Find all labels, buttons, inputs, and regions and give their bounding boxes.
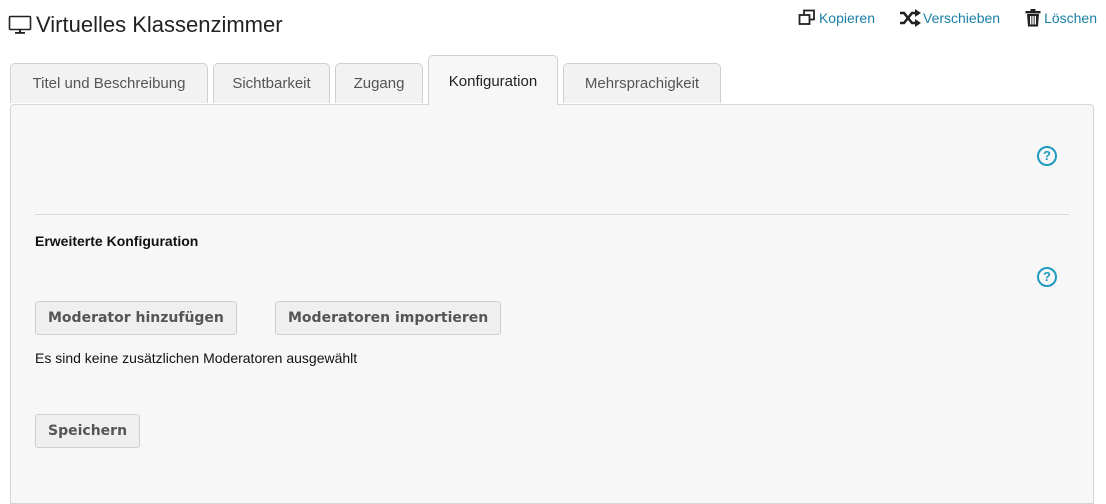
tab-label: Sichtbarkeit <box>232 75 311 92</box>
tab-label: Zugang <box>353 75 405 92</box>
copy-icon <box>797 9 817 27</box>
page-title: Virtuelles Klassenzimmer <box>36 12 283 37</box>
section-title: Erweiterte Konfiguration <box>35 233 199 249</box>
page-header: Virtuelles Klassenzimmer <box>8 10 283 40</box>
trash-icon <box>1024 9 1042 27</box>
move-label: Verschieben <box>923 10 1001 26</box>
copy-button[interactable]: Kopieren <box>797 9 875 27</box>
help-circle-icon[interactable]: ? <box>1037 146 1057 166</box>
no-moderators-text: Es sind keine zusätzlichen Moderatoren a… <box>35 350 358 366</box>
move-button[interactable]: Verschieben <box>899 9 1000 27</box>
monitor-icon <box>8 14 32 36</box>
tab-title-description[interactable]: Titel und Beschreibung <box>10 63 208 103</box>
tab-visibility[interactable]: Sichtbarkeit <box>213 63 330 103</box>
tab-access[interactable]: Zugang <box>335 63 423 103</box>
tab-configuration[interactable]: Konfiguration <box>428 55 558 105</box>
configuration-panel: ? Erweiterte Konfiguration ? Moderator h… <box>10 104 1094 504</box>
shuffle-icon <box>899 9 921 27</box>
delete-button[interactable]: Löschen <box>1024 9 1097 27</box>
tab-label: Titel und Beschreibung <box>32 75 186 92</box>
import-moderators-button[interactable]: Moderatoren importieren <box>275 301 502 335</box>
tab-multilingual[interactable]: Mehrsprachigkeit <box>563 63 721 103</box>
divider <box>35 214 1069 215</box>
tab-label: Mehrsprachigkeit <box>584 75 700 92</box>
copy-label: Kopieren <box>818 10 875 26</box>
delete-label: Löschen <box>1044 10 1097 26</box>
help-circle-icon[interactable]: ? <box>1037 267 1057 287</box>
header-actions: Kopieren Verschieben Löschen <box>797 9 1097 27</box>
tab-label: Konfiguration <box>448 73 538 90</box>
save-button[interactable]: Speichern <box>35 414 141 448</box>
add-moderator-button[interactable]: Moderator hinzufügen <box>35 301 237 335</box>
